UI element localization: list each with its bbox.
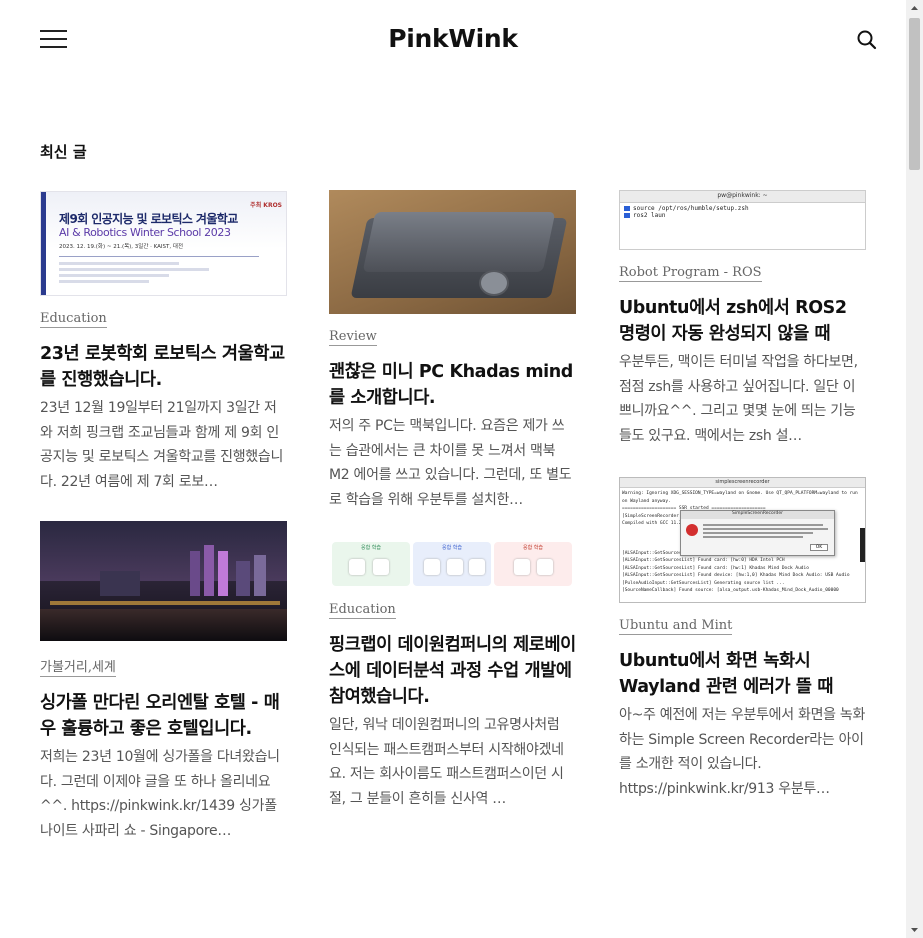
post-category-wrap: 가볼거리,세계 bbox=[40, 641, 287, 677]
thumb-subheading: AI & Robotics Winter School 2023 bbox=[59, 226, 231, 239]
post-card: simplescreenrecorder Warning: Ignoring X… bbox=[619, 477, 866, 801]
thumb-date: 2023. 12. 19.(화) ~ 21.(목), 3일간 · KAIST, … bbox=[59, 244, 184, 250]
thumb-terminal-line: ros2 laun bbox=[633, 212, 666, 219]
post-title[interactable]: Ubuntu에서 zsh에서 ROS2 명령이 자동 완성되지 않을 때 bbox=[619, 295, 866, 347]
post-category-wrap: Ubuntu and Mint bbox=[619, 603, 866, 635]
post-category[interactable]: Education bbox=[40, 311, 107, 328]
page-scrollbar[interactable] bbox=[906, 0, 923, 938]
post-excerpt: 저의 주 PC는 맥북입니다. 요즘은 제가 쓰는 습관에서는 큰 차이를 못 … bbox=[329, 418, 572, 508]
post-category[interactable]: Education bbox=[329, 602, 396, 619]
post-excerpt: 일단, 워낙 데이원컴퍼니의 고유명사처럼 인식되는 패스트캠퍼스부터 시작해야… bbox=[329, 717, 564, 807]
thumb-terminal-line: [ALSAInput::GetSourcesList] Found card: … bbox=[622, 565, 809, 571]
post-category-wrap: Review bbox=[329, 314, 576, 346]
post-thumbnail[interactable]: pw@pinkwink: ~ source /opt/ros/humble/se… bbox=[619, 190, 866, 250]
site-title[interactable]: PinkWink bbox=[0, 24, 906, 53]
post-category-wrap: Education bbox=[40, 296, 287, 328]
post-thumbnail[interactable] bbox=[40, 521, 287, 641]
post-title[interactable]: 싱가폴 만다린 오리엔탈 호텔 - 매우 훌륭하고 좋은 호텔입니다. bbox=[40, 690, 287, 742]
site-header: PinkWink bbox=[0, 0, 906, 80]
thumb-terminal-line: [PulseAudioInput::GetSourcesList] Genera… bbox=[622, 580, 785, 586]
post-title[interactable]: Ubuntu에서 화면 녹화시 Wayland 관련 에러가 뜰 때 bbox=[619, 648, 866, 700]
thumb-terminal-line: source /opt/ros/humble/setup.zsh bbox=[633, 205, 749, 212]
post-card: Review 괜찮은 미니 PC Khadas mind를 소개합니다. 저의 … bbox=[329, 190, 576, 512]
thumb-dialog-title: SimpleScreenRecorder bbox=[681, 511, 834, 519]
thumb-window-title: pw@pinkwink: ~ bbox=[717, 192, 768, 199]
post-category[interactable]: Robot Program - ROS bbox=[619, 265, 762, 282]
search-icon[interactable] bbox=[856, 29, 878, 51]
thumb-group-label: 응합 학습 bbox=[523, 545, 543, 551]
thumb-dialog-ok: OK bbox=[810, 544, 828, 551]
thumb-heading: 제9회 인공지능 및 로보틱스 겨울학교 bbox=[59, 212, 238, 226]
scroll-down-arrow-icon[interactable] bbox=[906, 921, 923, 938]
thumb-window-title: simplescreenrecorder bbox=[715, 479, 770, 485]
post-category-wrap: Education bbox=[329, 587, 576, 619]
post-thumbnail[interactable]: 주최 KROS 제9회 인공지능 및 로보틱스 겨울학교 AI & Roboti… bbox=[40, 191, 287, 296]
thumb-terminal-line: on Wayland anyway. bbox=[622, 498, 671, 504]
thumb-dialog: SimpleScreenRecorder OK bbox=[680, 510, 835, 556]
thumb-group-label: 응합 학습 bbox=[442, 545, 462, 551]
post-category-wrap: Robot Program - ROS bbox=[619, 250, 866, 282]
post-excerpt: 저희는 23년 10월에 싱가폴을 다녀왔습니다. 그런데 이제야 글을 또 하… bbox=[40, 749, 280, 839]
thumb-terminal-line: [ALSAInput::GetSourcesList] Found card: … bbox=[622, 558, 785, 563]
post-thumbnail[interactable]: simplescreenrecorder Warning: Ignoring X… bbox=[619, 477, 866, 603]
thumb-terminal-line: [SourceNameCallback] Found source: [alsa… bbox=[622, 588, 839, 593]
thumb-badge: 주최 KROS bbox=[250, 202, 282, 209]
thumb-terminal-line: Warning: Ignoring XDG_SESSION_TYPE=wayla… bbox=[622, 491, 858, 496]
post-category[interactable]: Ubuntu and Mint bbox=[619, 618, 733, 635]
thumb-group-label: 응합 학습 bbox=[361, 545, 381, 551]
post-title[interactable]: 23년 로봇학회 로보틱스 겨울학교를 진행했습니다. bbox=[40, 341, 287, 393]
post-card: 가볼거리,세계 싱가폴 만다린 오리엔탈 호텔 - 매우 훌륭하고 좋은 호텔입… bbox=[40, 521, 287, 843]
post-thumbnail[interactable]: 응합 학습 응합 학습 응합 학습 bbox=[329, 539, 576, 587]
post-excerpt: 23년 12월 19일부터 21일까지 3일간 저와 저희 핑크랩 조교님들과 … bbox=[40, 400, 284, 490]
post-excerpt: 아~주 예전에 저는 우분투에서 화면을 녹화하는 Simple Screen … bbox=[619, 707, 866, 797]
post-excerpt: 우분투든, 맥이든 터미널 작업을 하다보면, 점점 zsh를 사용하고 싶어집… bbox=[619, 354, 858, 444]
post-card: 응합 학습 응합 학습 응합 학습 Education 핑크랩이 데이원컴퍼니의… bbox=[329, 539, 576, 811]
post-title[interactable]: 괜찮은 미니 PC Khadas mind를 소개합니다. bbox=[329, 359, 576, 411]
post-card: 주최 KROS 제9회 인공지능 및 로보틱스 겨울학교 AI & Roboti… bbox=[40, 191, 287, 494]
section-title: 최신 글 bbox=[40, 143, 87, 161]
scrollbar-thumb[interactable] bbox=[909, 18, 920, 170]
post-title[interactable]: 핑크랩이 데이원컴퍼니의 제로베이스에 데이터분석 과정 수업 개발에 참여했습… bbox=[329, 632, 576, 710]
post-card: pw@pinkwink: ~ source /opt/ros/humble/se… bbox=[619, 190, 866, 448]
post-category[interactable]: Review bbox=[329, 329, 377, 346]
scroll-up-arrow-icon[interactable] bbox=[906, 0, 923, 17]
post-thumbnail[interactable] bbox=[329, 190, 576, 314]
post-category[interactable]: 가볼거리,세계 bbox=[40, 656, 116, 677]
thumb-terminal-line: [ALSAInput::GetSourcesList] Found device… bbox=[622, 573, 850, 578]
